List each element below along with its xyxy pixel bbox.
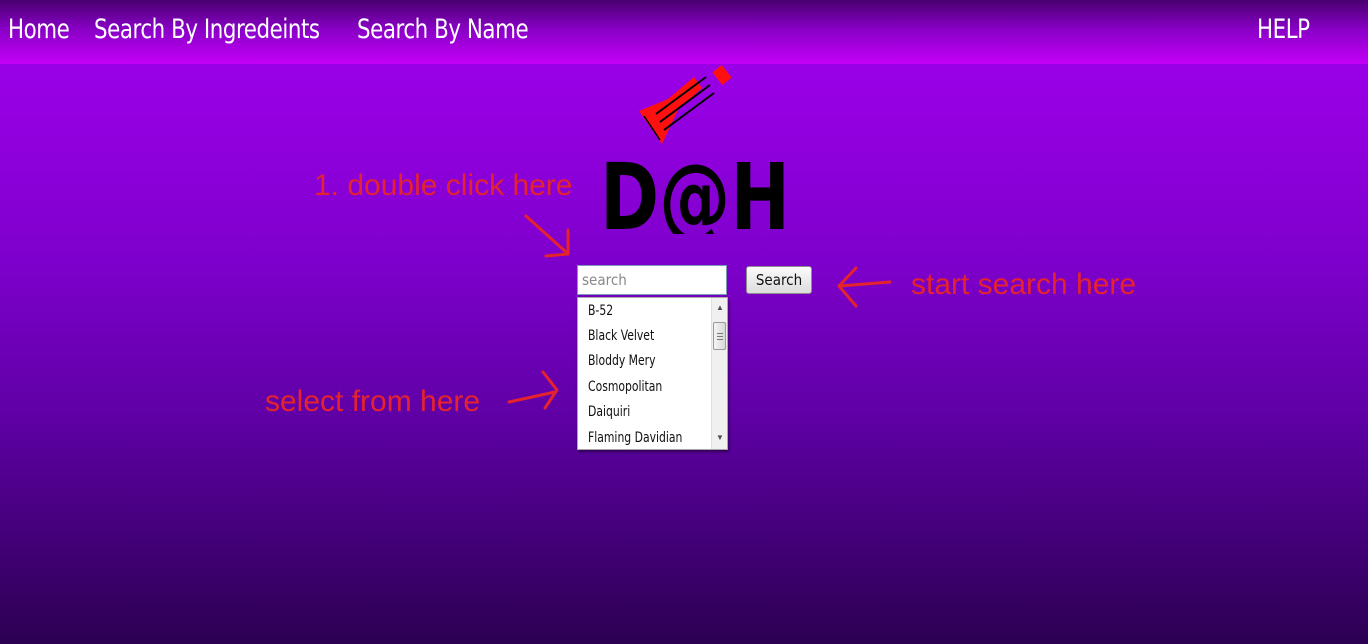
logo: D@H xyxy=(600,65,790,234)
search-button[interactable]: Search xyxy=(746,266,812,294)
nav-search-by-ingredients-link[interactable]: Search By Ingredeints xyxy=(94,14,320,45)
nav-search-by-name-link[interactable]: Search By Name xyxy=(357,14,529,45)
annotation-arrow-right-icon xyxy=(507,370,559,410)
annotation-arrow-left-icon xyxy=(837,266,892,308)
annotation-double-click: 1. double click here xyxy=(314,169,573,202)
nav-home-link[interactable]: Home xyxy=(8,14,70,45)
dropdown-item[interactable]: Bloddy Mery xyxy=(588,349,656,373)
dropdown-item[interactable]: B-52 xyxy=(588,299,613,323)
search-input[interactable] xyxy=(577,265,727,295)
dropdown-item[interactable]: Cosmopolitan xyxy=(588,375,662,399)
dropdown-item[interactable]: Flaming Davidian xyxy=(588,426,682,450)
dropdown-item[interactable]: Black Velvet xyxy=(588,324,654,348)
autocomplete-dropdown[interactable]: B-52 Black Velvet Bloddy Mery Cosmopolit… xyxy=(577,297,728,450)
scrollbar-thumb[interactable] xyxy=(713,322,726,350)
dropdown-scrollbar[interactable]: ▲ ▼ xyxy=(711,298,727,449)
top-navigation-bar: Home Search By Ingredeints Search By Nam… xyxy=(0,0,1368,64)
annotation-arrow-down-right-icon xyxy=(524,214,570,258)
annotation-select-from: select from here xyxy=(265,385,481,418)
scroll-down-arrow-icon[interactable]: ▼ xyxy=(712,430,728,446)
nav-help-link[interactable]: HELP xyxy=(1257,14,1310,45)
scroll-up-arrow-icon[interactable]: ▲ xyxy=(712,300,728,316)
dropdown-item[interactable]: Daiquiri xyxy=(588,400,630,424)
bottle-icon xyxy=(639,65,732,144)
annotation-start-search: start search here xyxy=(911,268,1137,301)
logo-text: D@H xyxy=(600,144,790,234)
